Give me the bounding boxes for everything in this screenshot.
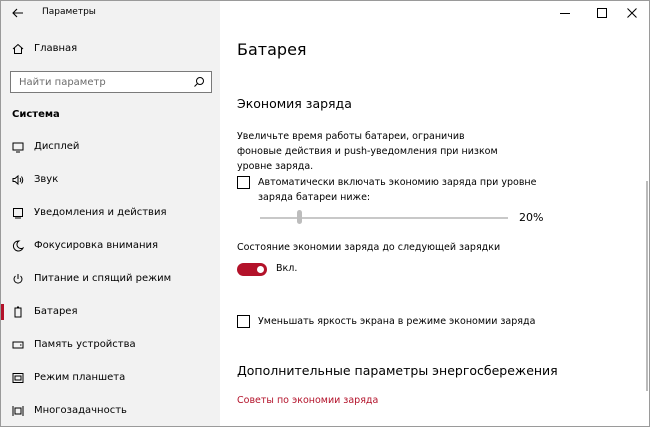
- moon-icon: [12, 240, 24, 252]
- saver-state-label: Состояние экономии заряда до следующей з…: [237, 242, 501, 253]
- close-button[interactable]: [617, 1, 647, 25]
- toggle-state-text: Вкл.: [276, 263, 298, 274]
- sidebar: Главная Найти параметр Система Дисплей З…: [1, 1, 220, 426]
- search-icon: [194, 77, 204, 87]
- sidebar-item-label: Питание и спящий режим: [34, 273, 172, 284]
- section-title: Система: [12, 109, 60, 120]
- brightness-checkbox[interactable]: [237, 315, 250, 328]
- slider-value: 20%: [519, 211, 544, 224]
- saver-tips-link[interactable]: Советы по экономии заряда: [237, 395, 378, 406]
- page-title: Батарея: [237, 40, 307, 59]
- multitask-icon: [12, 406, 24, 416]
- maximize-icon: [597, 8, 607, 18]
- sidebar-item-label: Дисплей: [34, 141, 80, 152]
- home-label: Главная: [34, 43, 78, 54]
- power-icon: [13, 274, 23, 284]
- slider-thumb[interactable]: [297, 210, 302, 224]
- window-title: Параметры: [42, 7, 96, 17]
- saver-toggle[interactable]: [237, 263, 267, 276]
- saver-heading: Экономия заряда: [237, 96, 352, 111]
- minimize-icon: [560, 13, 570, 14]
- sidebar-item-label: Фокусировка внимания: [34, 240, 159, 251]
- sidebar-item-label: Уведомления и действия: [34, 207, 167, 218]
- tablet-icon: [12, 373, 24, 383]
- scrollbar[interactable]: [646, 181, 648, 391]
- sidebar-item-tablet[interactable]: Режим планшета: [1, 361, 220, 393]
- sidebar-item-sound[interactable]: Звук: [1, 163, 220, 195]
- more-link-partial[interactable]: [237, 421, 377, 426]
- sidebar-item-label: Батарея: [34, 306, 78, 317]
- sidebar-item-focus[interactable]: Фокусировка внимания: [1, 229, 220, 261]
- sidebar-item-power[interactable]: Питание и спящий режим: [1, 262, 220, 294]
- extra-heading: Дополнительные параметры энергосбережени…: [237, 363, 558, 378]
- title-bar: Параметры: [1, 1, 649, 25]
- sidebar-item-notifications[interactable]: Уведомления и действия: [1, 196, 220, 228]
- settings-window: Главная Найти параметр Система Дисплей З…: [0, 0, 650, 427]
- maximize-button[interactable]: [587, 1, 617, 25]
- auto-saver-label: Автоматически включать экономию заряда п…: [258, 177, 537, 203]
- back-arrow-icon[interactable]: [10, 5, 26, 21]
- sidebar-item-multitasking[interactable]: Многозадачность: [1, 394, 220, 426]
- home-icon: [12, 43, 24, 54]
- active-indicator: [1, 304, 4, 320]
- monitor-icon: [12, 142, 24, 153]
- sidebar-item-display[interactable]: Дисплей: [1, 130, 220, 162]
- auto-saver-checkbox[interactable]: [237, 176, 250, 189]
- speaker-icon: [12, 174, 24, 186]
- sidebar-item-label: Режим планшета: [34, 372, 126, 383]
- notification-icon: [13, 208, 23, 219]
- saver-description: Увеличьте время работы батареи, ограничи…: [237, 131, 498, 172]
- brightness-label: Уменьшать яркость экрана в режиме эконом…: [258, 316, 536, 327]
- search-placeholder: Найти параметр: [19, 77, 106, 88]
- minimize-button[interactable]: [550, 1, 580, 25]
- toggle-knob: [257, 266, 264, 273]
- main-content: Батарея Экономия заряда Увеличьте время …: [220, 25, 649, 426]
- search-input[interactable]: Найти параметр: [10, 71, 212, 93]
- battery-icon: [14, 306, 22, 318]
- storage-icon: [12, 341, 24, 349]
- sidebar-item-label: Память устройства: [34, 339, 136, 350]
- sidebar-item-battery[interactable]: Батарея: [1, 295, 220, 327]
- sidebar-item-label: Звук: [34, 174, 59, 185]
- sidebar-item-storage[interactable]: Память устройства: [1, 328, 220, 360]
- close-icon: [627, 8, 637, 18]
- sidebar-item-label: Многозадачность: [34, 405, 127, 416]
